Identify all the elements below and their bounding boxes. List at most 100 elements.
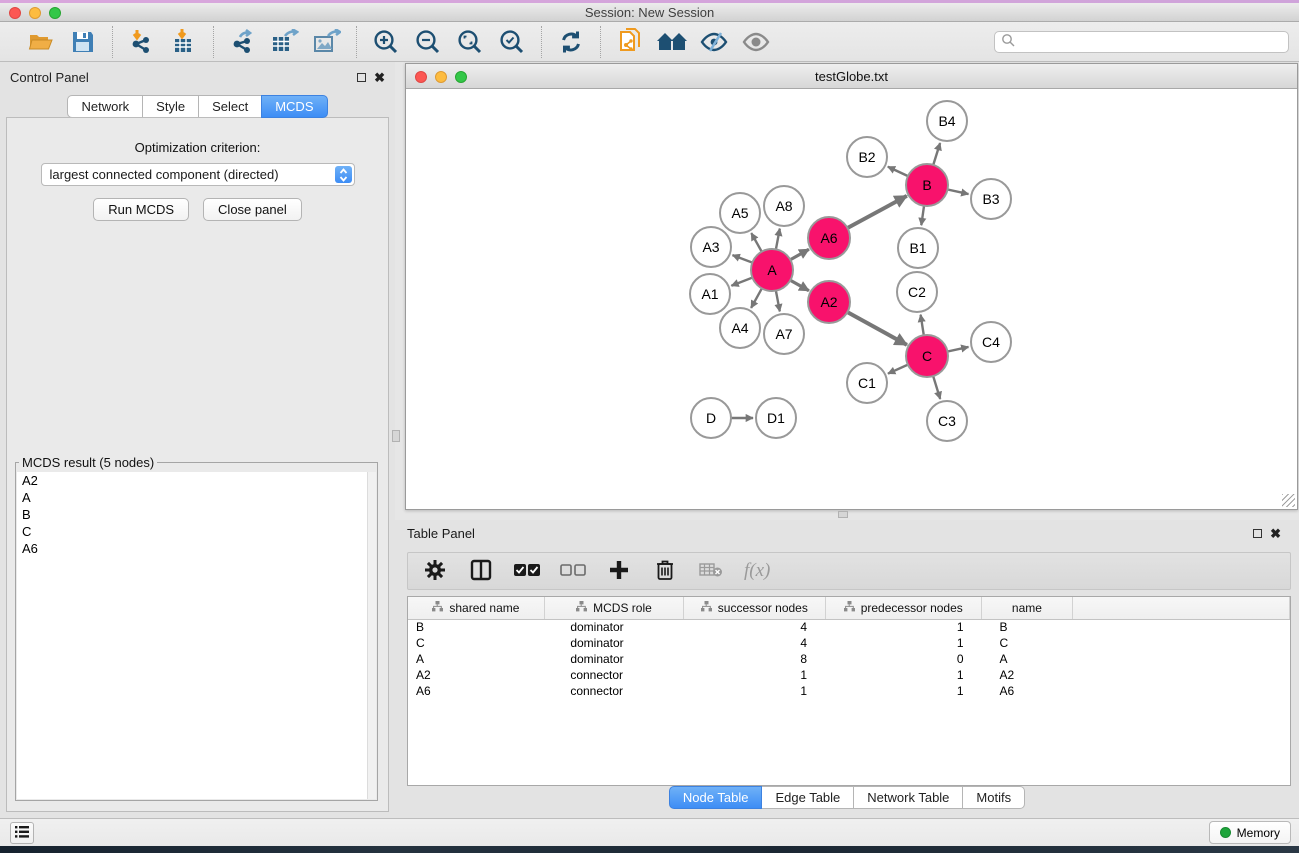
minimize-window-button[interactable] xyxy=(29,7,41,19)
zoom-window-button[interactable] xyxy=(49,7,61,19)
create-column-button[interactable] xyxy=(606,558,632,584)
graph-node-D1[interactable]: D1 xyxy=(756,398,796,438)
tab-motifs[interactable]: Motifs xyxy=(962,786,1025,809)
float-table-panel-icon[interactable] xyxy=(1253,529,1262,538)
graph-node-B3[interactable]: B3 xyxy=(971,179,1011,219)
table-cell[interactable]: 1 xyxy=(684,667,825,683)
result-list-item[interactable]: C xyxy=(17,523,376,540)
result-list-item[interactable]: A6 xyxy=(17,540,376,557)
column-header-successor-nodes[interactable]: successor nodes xyxy=(684,597,825,619)
graph-node-C3[interactable]: C3 xyxy=(927,401,967,441)
refresh-button[interactable] xyxy=(554,26,588,58)
horizontal-divider-grip[interactable] xyxy=(838,511,848,518)
table-cell[interactable]: C xyxy=(982,635,1073,651)
window-resize-grip[interactable] xyxy=(1282,494,1295,507)
close-panel-icon[interactable]: ✖ xyxy=(374,71,385,84)
tab-select[interactable]: Select xyxy=(198,95,262,118)
network-zoom-button[interactable] xyxy=(455,71,467,83)
show-hide-panel-button[interactable] xyxy=(739,26,773,58)
tab-network[interactable]: Network xyxy=(67,95,143,118)
table-cell[interactable]: C xyxy=(408,635,544,651)
table-cell[interactable]: dominator xyxy=(544,619,683,635)
toggle-details-button[interactable] xyxy=(697,26,731,58)
memory-button[interactable]: Memory xyxy=(1209,821,1291,844)
import-network-button[interactable] xyxy=(125,26,159,58)
table-cell[interactable]: 4 xyxy=(684,619,825,635)
search-field[interactable] xyxy=(994,31,1289,53)
table-cell[interactable]: A xyxy=(408,651,544,667)
graph-node-A6[interactable]: A6 xyxy=(808,217,850,259)
tab-style[interactable]: Style xyxy=(142,95,199,118)
graph-node-A7[interactable]: A7 xyxy=(764,314,804,354)
graph-node-A[interactable]: A xyxy=(751,249,793,291)
table-cell[interactable]: 1 xyxy=(825,635,982,651)
network-close-button[interactable] xyxy=(415,71,427,83)
save-session-button[interactable] xyxy=(66,26,100,58)
search-input[interactable] xyxy=(1015,33,1288,51)
table-cell[interactable]: A6 xyxy=(982,683,1073,699)
window-titlebar[interactable]: Session: New Session xyxy=(0,3,1299,22)
zoom-selected-button[interactable] xyxy=(495,26,529,58)
result-list-item[interactable]: A xyxy=(17,489,376,506)
graph-node-B[interactable]: B xyxy=(906,164,948,206)
column-header-shared-name[interactable]: shared name xyxy=(408,597,544,619)
tab-node-table[interactable]: Node Table xyxy=(669,786,763,809)
import-table-button[interactable] xyxy=(167,26,201,58)
table-cell[interactable]: A6 xyxy=(408,683,544,699)
graph-node-C2[interactable]: C2 xyxy=(897,272,937,312)
table-cell[interactable]: 1 xyxy=(684,683,825,699)
result-list-scrollbar[interactable] xyxy=(367,472,376,799)
table-cell[interactable]: connector xyxy=(544,667,683,683)
result-list-item[interactable]: B xyxy=(17,506,376,523)
table-cell[interactable]: A2 xyxy=(408,667,544,683)
table-cell[interactable]: 1 xyxy=(825,683,982,699)
clone-network-button[interactable] xyxy=(613,26,647,58)
result-list-item[interactable]: A2 xyxy=(17,472,376,489)
delete-table-button[interactable] xyxy=(698,558,724,584)
graph-node-C4[interactable]: C4 xyxy=(971,322,1011,362)
close-window-button[interactable] xyxy=(9,7,21,19)
export-network-button[interactable] xyxy=(226,26,260,58)
table-cell[interactable]: 1 xyxy=(825,667,982,683)
show-column-button[interactable] xyxy=(468,558,494,584)
criterion-select[interactable]: largest connected component (directed) xyxy=(41,163,355,186)
tab-edge-table[interactable]: Edge Table xyxy=(761,786,854,809)
open-session-button[interactable] xyxy=(24,26,58,58)
table-cell[interactable]: A2 xyxy=(982,667,1073,683)
graph-node-A8[interactable]: A8 xyxy=(764,186,804,226)
delete-column-button[interactable] xyxy=(652,558,678,584)
table-cell[interactable]: 8 xyxy=(684,651,825,667)
select-all-button[interactable] xyxy=(514,558,540,584)
task-history-button[interactable] xyxy=(10,822,34,844)
graph-node-A2[interactable]: A2 xyxy=(808,281,850,323)
column-header-name[interactable]: name xyxy=(982,597,1073,619)
graph-node-B4[interactable]: B4 xyxy=(927,101,967,141)
home-view-button[interactable] xyxy=(655,26,689,58)
network-minimize-button[interactable] xyxy=(435,71,447,83)
table-cell[interactable]: A xyxy=(982,651,1073,667)
panel-divider-grip[interactable] xyxy=(392,430,400,442)
table-cell[interactable]: 0 xyxy=(825,651,982,667)
network-canvas[interactable]: B4B2BB3A8A5A6B1A3AC2A1A2A4A7C4CC1C3DD1 xyxy=(406,90,1297,509)
table-settings-button[interactable] xyxy=(422,558,448,584)
graph-node-B1[interactable]: B1 xyxy=(898,228,938,268)
zoom-fit-button[interactable] xyxy=(453,26,487,58)
graph-node-A5[interactable]: A5 xyxy=(720,193,760,233)
graph-node-C[interactable]: C xyxy=(906,335,948,377)
graph-node-A1[interactable]: A1 xyxy=(690,274,730,314)
zoom-out-button[interactable] xyxy=(411,26,445,58)
column-header-MCDS-role[interactable]: MCDS role xyxy=(544,597,683,619)
column-header-predecessor-nodes[interactable]: predecessor nodes xyxy=(825,597,982,619)
tab-network-table[interactable]: Network Table xyxy=(853,786,963,809)
tab-mcds[interactable]: MCDS xyxy=(261,95,327,118)
graph-node-B2[interactable]: B2 xyxy=(847,137,887,177)
deselect-all-button[interactable] xyxy=(560,558,586,584)
table-cell[interactable]: connector xyxy=(544,683,683,699)
export-table-button[interactable] xyxy=(268,26,302,58)
table-cell[interactable]: 1 xyxy=(825,619,982,635)
close-panel-button[interactable]: Close panel xyxy=(203,198,302,221)
graph-node-A4[interactable]: A4 xyxy=(720,308,760,348)
table-cell[interactable]: 4 xyxy=(684,635,825,651)
table-cell[interactable]: B xyxy=(408,619,544,635)
graph-node-D[interactable]: D xyxy=(691,398,731,438)
